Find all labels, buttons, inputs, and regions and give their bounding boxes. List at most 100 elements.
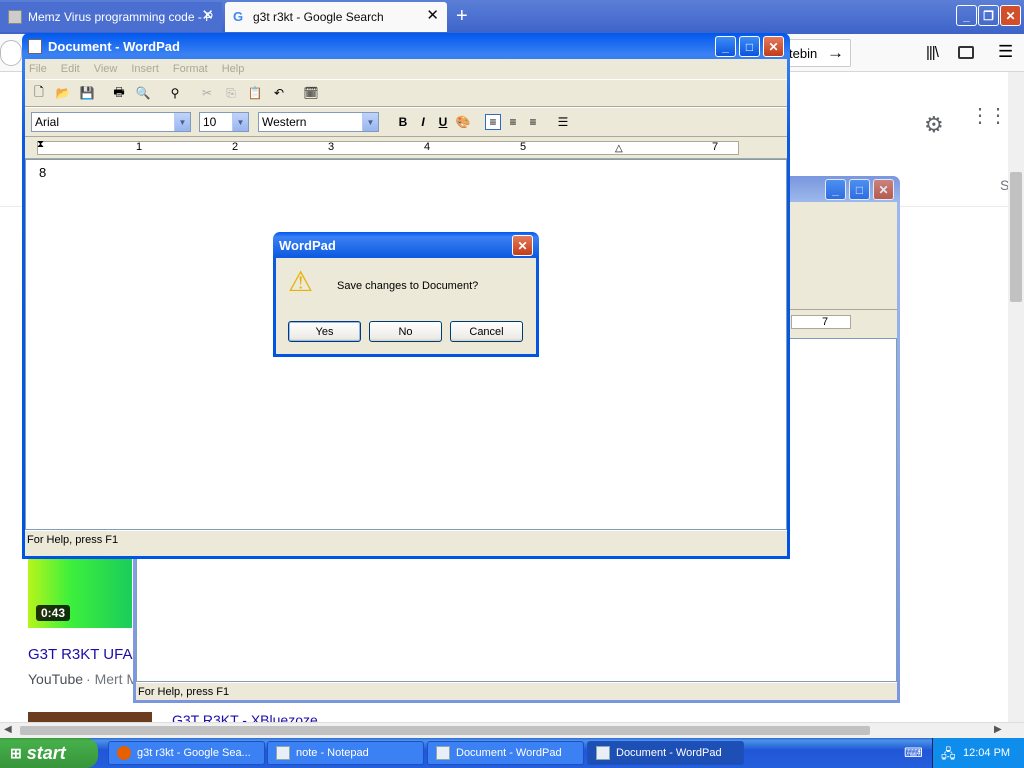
taskbar-item-notepad[interactable]: note - Notepad [267,741,424,765]
keyboard-icon[interactable]: ⌨ [904,745,923,761]
ruler-mark: 7 [822,316,829,328]
right-indent-marker-icon[interactable]: △ [615,143,623,154]
minimize-button[interactable]: _ [825,179,846,200]
open-folder-icon[interactable]: 📂 [55,85,71,101]
cancel-button[interactable]: Cancel [450,321,523,342]
browser-tab-memz[interactable]: Memz Virus programming code - P ✕ [0,2,222,32]
yes-button[interactable]: Yes [288,321,361,342]
menu-icon[interactable]: ☰ [998,42,1013,62]
scroll-thumb[interactable] [1010,172,1022,302]
close-button[interactable]: ✕ [512,235,533,256]
go-arrow-icon[interactable]: → [827,43,844,63]
cut-icon[interactable]: ✂ [199,85,215,101]
menu-file[interactable]: File [29,63,47,75]
page-icon [8,10,22,24]
ruler-bar [37,141,739,155]
window-title: Document - WordPad [48,38,180,54]
save-dialog[interactable]: WordPad ✕ ⚠ Save changes to Document? Ye… [273,232,539,357]
find-binoculars-icon[interactable]: ⚲ [167,85,183,101]
status-bar: For Help, press F1 [136,682,897,700]
insert-datetime-icon[interactable]: 🗓 [303,85,319,101]
system-tray: 🖧 12:04 PM [932,738,1024,768]
restore-button[interactable]: ❐ [978,5,999,26]
chevron-down-icon[interactable]: ▼ [174,113,190,131]
ruler-mark: 7 [712,141,719,153]
size-select[interactable]: 10 ▼ [199,112,249,132]
network-icon[interactable]: 🖧 [941,745,956,767]
back-button[interactable] [0,40,22,66]
font-select[interactable]: Arial ▼ [31,112,191,132]
url-text: tebin [789,45,818,61]
sidebar-icon[interactable] [958,46,974,59]
minimize-button[interactable]: _ [956,5,977,26]
library-icon[interactable]: |||\ [926,44,939,61]
align-left-icon[interactable]: ≡ [485,114,501,130]
no-button[interactable]: No [369,321,442,342]
paste-icon[interactable]: 📋 [247,85,263,101]
maximize-button[interactable]: □ [849,179,870,200]
result-link[interactable]: G3T R3KT - XBluezoze [172,711,318,722]
scroll-left-icon[interactable]: ◀ [4,724,12,735]
italic-icon[interactable]: I [415,114,431,130]
chevron-down-icon[interactable]: ▼ [362,113,378,131]
apps-grid-icon[interactable]: ⋮⋮⋮ [970,106,1024,126]
print-icon[interactable]: 🖶 [111,85,127,101]
menu-bar: File Edit View Insert Format Help [25,59,787,79]
bold-icon[interactable]: B [395,114,411,130]
horizontal-scrollbar[interactable]: ◀ ▶ [0,722,1024,738]
underline-icon[interactable]: U [435,114,451,130]
task-label: Document - WordPad [616,747,722,759]
minimize-button[interactable]: _ [715,36,736,57]
color-palette-icon[interactable]: 🎨 [455,114,471,130]
undo-icon[interactable]: ↶ [271,85,287,101]
format-toolbar: Arial ▼ 10 ▼ Western ▼ B I U 🎨 ≡ ≡ ≡ ☰ [25,107,787,137]
dialog-title: WordPad [279,237,336,253]
vertical-scrollbar[interactable] [1008,72,1024,722]
taskbar-item-firefox[interactable]: g3t r3kt - Google Sea... [108,741,265,765]
taskbar-item-wordpad-1[interactable]: Document - WordPad [427,741,584,765]
settings-gear-icon[interactable]: ⚙ [924,112,944,138]
task-label: note - Notepad [296,747,369,759]
maximize-button[interactable]: □ [739,36,760,57]
new-tab-icon[interactable]: + [456,6,468,26]
align-center-icon[interactable]: ≡ [505,114,521,130]
browser-tab-google[interactable]: G g3t r3kt - Google Search ✕ [225,2,447,32]
print-preview-icon[interactable]: 🔍 [135,85,151,101]
ruler-mark: 1 [136,141,143,153]
start-button[interactable]: ⊞ start [0,738,98,768]
align-right-icon[interactable]: ≡ [525,114,541,130]
chevron-down-icon[interactable]: ▼ [232,113,248,131]
save-disk-icon[interactable]: 💾 [79,85,95,101]
close-button[interactable]: ✕ [1000,5,1021,26]
standard-toolbar: 🗋 📂 💾 🖶 🔍 ⚲ ✂ ⎘ 📋 ↶ 🗓 [25,79,787,107]
menu-help[interactable]: Help [222,63,245,75]
new-document-icon[interactable]: 🗋 [31,85,47,101]
script-select[interactable]: Western ▼ [258,112,379,132]
taskbar-item-wordpad-2[interactable]: Document - WordPad [587,741,744,765]
copy-icon[interactable]: ⎘ [223,85,239,101]
wordpad-icon [436,746,450,760]
status-bar: For Help, press F1 [25,530,787,548]
result-thumbnail[interactable] [28,712,152,722]
clock[interactable]: 12:04 PM [963,747,1010,759]
title-bar[interactable]: Document - WordPad [25,33,787,59]
scroll-right-icon[interactable]: ▶ [994,724,1002,735]
menu-format[interactable]: Format [173,63,208,75]
video-title-link[interactable]: G3T R3KT UFA [28,646,132,663]
menu-view[interactable]: View [94,63,118,75]
close-tab-icon[interactable]: ✕ [201,8,214,23]
task-label: g3t r3kt - Google Sea... [137,747,251,759]
browser-tab-strip: Memz Virus programming code - P ✕ G g3t … [0,0,1024,34]
font-value: Arial [35,115,60,129]
close-button[interactable]: ✕ [763,36,784,57]
dialog-title-bar[interactable]: WordPad [276,232,536,258]
close-button[interactable]: ✕ [873,179,894,200]
task-label: Document - WordPad [456,747,562,759]
indent-marker-icon[interactable]: ⧗ [37,139,44,150]
scroll-thumb[interactable] [20,726,870,735]
close-tab-icon[interactable]: ✕ [426,8,439,23]
menu-insert[interactable]: Insert [131,63,159,75]
menu-edit[interactable]: Edit [61,63,80,75]
ruler: 1 2 3 4 5 7 ⧗ △ [25,137,787,159]
bullets-icon[interactable]: ☰ [555,114,571,130]
